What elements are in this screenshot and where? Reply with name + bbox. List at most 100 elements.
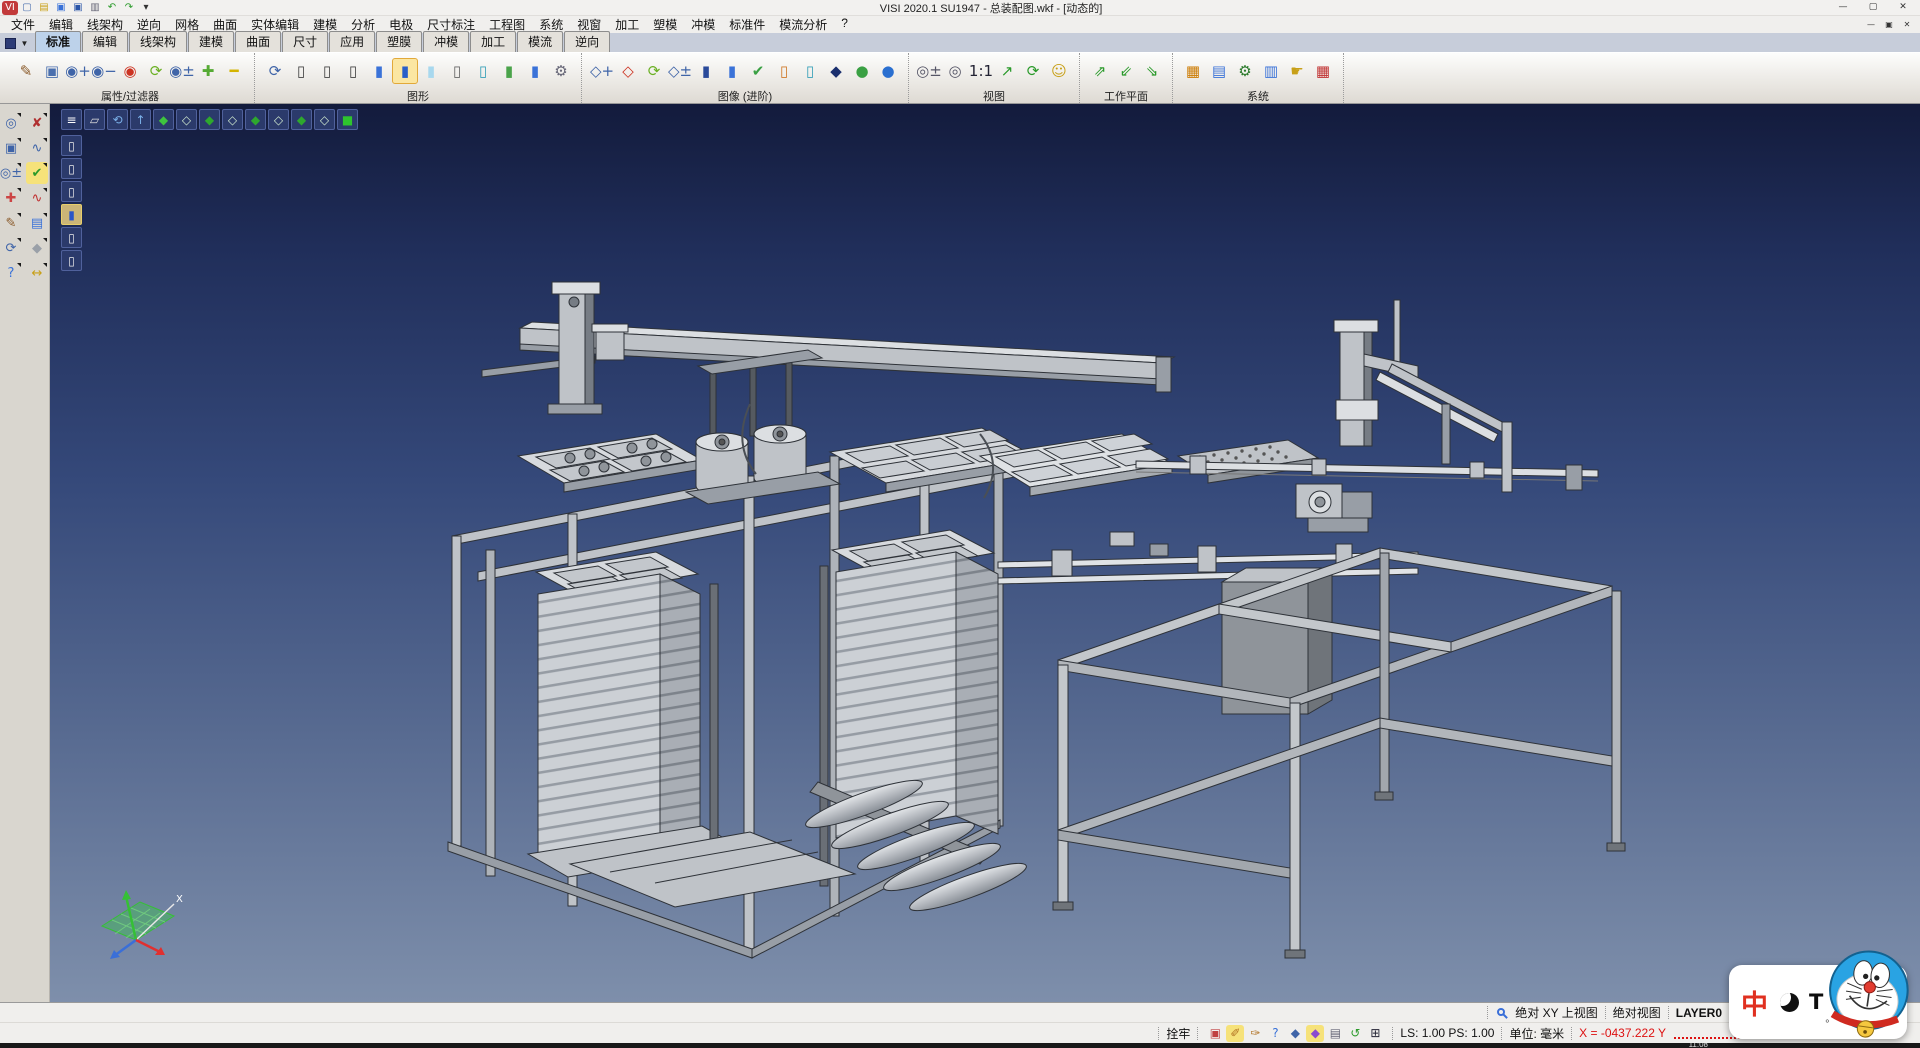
qat-more-icon[interactable]: ▾ <box>138 1 154 15</box>
attribute-paint-icon[interactable]: ✎ <box>13 58 39 84</box>
transparent-cylinder-icon[interactable]: ▮ <box>418 58 444 84</box>
sphere-arrow-icon[interactable]: ● <box>875 58 901 84</box>
workplane-edit-icon[interactable]: ⇙ <box>1113 58 1139 84</box>
menu-item-塑模[interactable]: 塑模 <box>646 16 684 33</box>
solid-cube-icon[interactable]: ◆ <box>26 237 48 259</box>
flat-cylinder-icon[interactable]: ▯ <box>444 58 470 84</box>
undo-icon[interactable]: ↶ <box>104 1 120 15</box>
ime-moon-icon[interactable] <box>1780 993 1799 1012</box>
view-axis-icon[interactable]: ↑ <box>130 109 151 130</box>
zoom-dynamic-icon[interactable]: ◎± <box>0 162 22 184</box>
close-button[interactable]: ✕ <box>1888 1 1918 15</box>
tab-模流[interactable]: 模流 <box>517 31 563 52</box>
menu-item-加工[interactable]: 加工 <box>608 16 646 33</box>
move-axes-icon[interactable]: ✚ <box>0 187 22 209</box>
lock-label[interactable]: 拴牢 <box>1166 1025 1190 1042</box>
view-iso-ne-icon[interactable]: ◇ <box>268 109 289 130</box>
save-all-icon[interactable]: ▣ <box>70 1 86 15</box>
tool-hammer-icon[interactable]: ✑ <box>1246 1025 1264 1042</box>
workplane-align-icon[interactable]: ⇘ <box>1139 58 1165 84</box>
view-refresh-icon[interactable]: ⟳ <box>1020 58 1046 84</box>
tab-应用[interactable]: 应用 <box>329 31 375 52</box>
select-options-icon[interactable]: ☛ <box>1284 58 1310 84</box>
show-all-icon[interactable]: ✚ <box>195 58 221 84</box>
show-hide-toggle-icon[interactable]: ◉± <box>169 58 195 84</box>
auto-rotate-icon[interactable]: ↺ <box>1346 1025 1364 1042</box>
dashed-cylinder-icon[interactable]: ▯ <box>340 58 366 84</box>
new-file-icon[interactable]: ▢ <box>19 1 35 15</box>
tab-冲模[interactable]: 冲模 <box>423 31 469 52</box>
tab-尺寸[interactable]: 尺寸 <box>282 31 328 52</box>
tab-标准[interactable]: 标准 <box>35 31 81 52</box>
zoom-extents-icon[interactable]: ↗ <box>994 58 1020 84</box>
tab-曲面[interactable]: 曲面 <box>235 31 281 52</box>
active-layer-label[interactable]: LAYER0 <box>1676 1006 1722 1020</box>
view-top-icon[interactable]: ◆ <box>153 109 174 130</box>
zoom-1-1-icon[interactable]: 1:1 <box>968 58 994 84</box>
tab-线架构[interactable]: 线架构 <box>129 31 187 52</box>
image-wire-icon[interactable]: ▯ <box>797 58 823 84</box>
snap-cube-icon[interactable]: ◆ <box>1286 1025 1304 1042</box>
window-select-icon[interactable]: ▣ <box>0 137 22 159</box>
measure-icon[interactable]: ↔ <box>26 262 48 284</box>
wand-icon[interactable]: ✐ <box>1226 1025 1244 1042</box>
system-settings-icon[interactable]: ⚙ <box>1232 58 1258 84</box>
view-iso-icon[interactable]: ■ <box>337 109 358 130</box>
confirm-icon[interactable]: ✔ <box>26 162 48 184</box>
sphere-shade-icon[interactable]: ● <box>849 58 875 84</box>
freehand-curve-icon[interactable]: ∿ <box>26 187 48 209</box>
regen-icon[interactable]: ⟳ <box>0 237 22 259</box>
ucs-cube-icon[interactable]: ◆ <box>1306 1025 1324 1042</box>
view-back-icon[interactable]: ◆ <box>245 109 266 130</box>
shaded-edges-cylinder-icon[interactable]: ▮ <box>392 58 418 84</box>
entity-traffic-light-icon[interactable]: ◉ <box>117 58 143 84</box>
refresh-draw-icon[interactable]: ⟳ <box>262 58 288 84</box>
attribute-copy-icon[interactable]: ▣ <box>39 58 65 84</box>
filter-surfaces-icon[interactable]: ▮ <box>61 204 82 225</box>
layer-stack-icon[interactable]: ▤ <box>1326 1025 1344 1042</box>
tabbar-dropdown-button[interactable]: ▼ <box>18 36 31 51</box>
grid-toggle-icon[interactable]: ⊞ <box>1366 1025 1384 1042</box>
view-menu-icon[interactable]: ≡ <box>61 109 82 130</box>
menu-item-冲模[interactable]: 冲模 <box>684 16 722 33</box>
attribute-edit-icon[interactable]: ✎ <box>0 212 22 234</box>
wire-transparent-cylinder-icon[interactable]: ▯ <box>470 58 496 84</box>
tab-加工[interactable]: 加工 <box>470 31 516 52</box>
menu-item-?[interactable]: ? <box>834 16 855 33</box>
search-icon[interactable] <box>1497 1008 1505 1016</box>
image-traffic-icon[interactable]: ◇ <box>615 58 641 84</box>
display-settings-icon[interactable]: ⚙ <box>548 58 574 84</box>
option-table-icon[interactable]: ▥ <box>1258 58 1284 84</box>
hiddenline-cylinder-icon[interactable]: ▯ <box>314 58 340 84</box>
mdi-restore-button[interactable]: ▣ <box>1880 18 1898 31</box>
refresh-visibility-icon[interactable]: ⟳ <box>143 58 169 84</box>
cylinder-recycle-icon[interactable]: ▮ <box>496 58 522 84</box>
save-file-icon[interactable]: ▣ <box>53 1 69 15</box>
minimize-button[interactable]: — <box>1828 1 1858 15</box>
print-icon[interactable]: ▥ <box>87 1 103 15</box>
color-table-icon[interactable]: ▦ <box>1180 58 1206 84</box>
menu-item-标准件[interactable]: 标准件 <box>722 16 772 33</box>
zoom-in-out-icon[interactable]: ◎± <box>916 58 942 84</box>
viewport-canvas[interactable]: ≡▱⟲↑◆◇◆◇◆◇◆◇■ ▯▯▯▮▯▯ X <box>50 104 1920 1002</box>
cylinder-copy-icon[interactable]: ▮ <box>522 58 548 84</box>
maximize-button[interactable]: ▢ <box>1858 1 1888 15</box>
redo-icon[interactable]: ↷ <box>121 1 137 15</box>
lock-stamp-icon[interactable]: ▣ <box>1206 1025 1224 1042</box>
help-icon[interactable]: ? <box>0 262 22 284</box>
image-cylinder-dark-icon[interactable]: ▮ <box>693 58 719 84</box>
view-front-icon[interactable]: ◇ <box>176 109 197 130</box>
panel-grid-icon[interactable]: ▤ <box>26 212 48 234</box>
view-right-icon[interactable]: ◇ <box>222 109 243 130</box>
tab-编辑[interactable]: 编辑 <box>82 31 128 52</box>
image-toggle-icon[interactable]: ◇± <box>667 58 693 84</box>
filter-all-icon[interactable]: ▯ <box>61 135 82 156</box>
visi-logo[interactable]: VI <box>2 1 18 15</box>
mdi-close-button[interactable]: ✕ <box>1898 18 1916 31</box>
menu-item-模流分析[interactable]: 模流分析 <box>772 16 834 33</box>
facet-cone-icon[interactable]: ◆ <box>823 58 849 84</box>
status-help-icon[interactable]: ? <box>1266 1025 1284 1042</box>
erase-entity-icon[interactable]: ✘ <box>26 112 48 134</box>
selection-zoom-icon[interactable]: ◎ <box>0 112 22 134</box>
image-page-icon[interactable]: ▯ <box>771 58 797 84</box>
